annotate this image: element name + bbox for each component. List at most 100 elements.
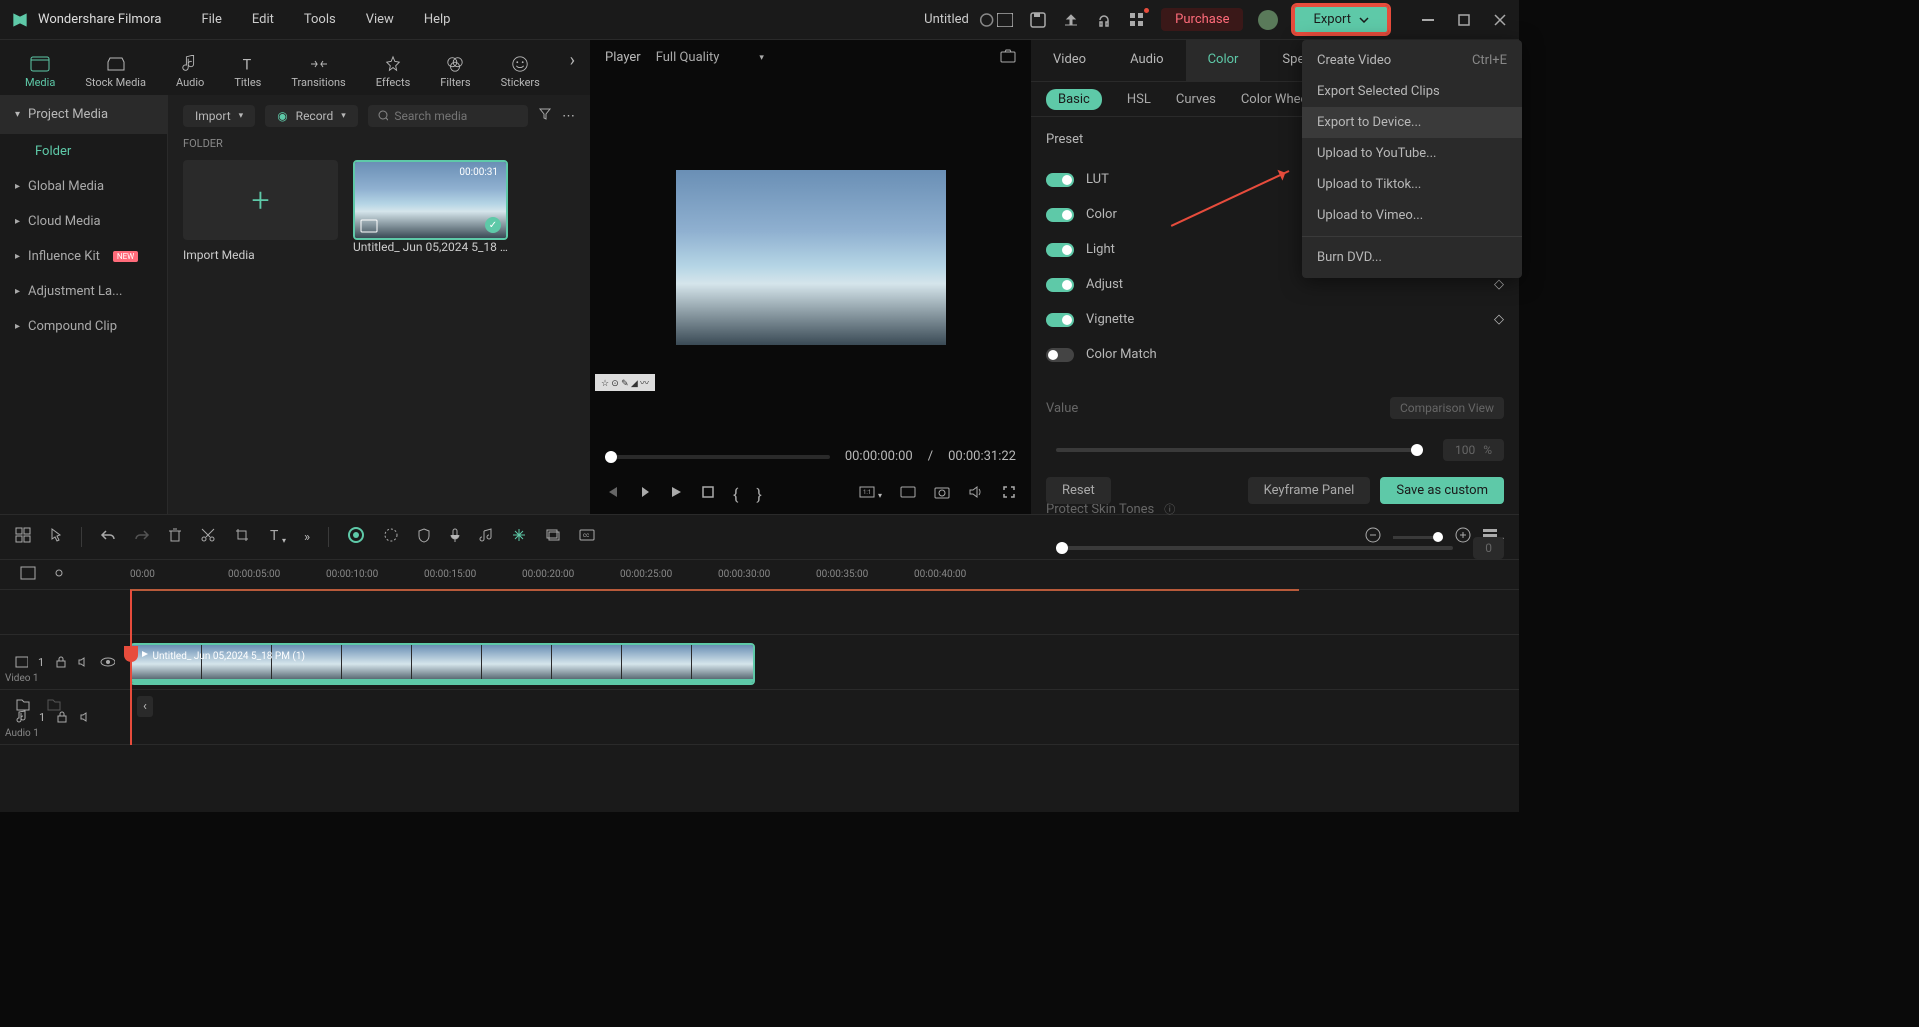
sidebar-global[interactable]: ▸Global Media: [0, 169, 167, 204]
upload-icon[interactable]: [1062, 11, 1080, 29]
export-burn-dvd[interactable]: Burn DVD...: [1302, 242, 1522, 273]
colormatch-toggle[interactable]: [1046, 348, 1074, 362]
rtab-video[interactable]: Video: [1031, 40, 1108, 81]
more-tools-icon[interactable]: »: [304, 530, 310, 545]
more-tabs-icon[interactable]: ›: [570, 50, 575, 95]
sidebar-header[interactable]: ▾Project Media: [0, 95, 167, 134]
layers-icon[interactable]: [545, 528, 561, 546]
templates-icon[interactable]: [15, 527, 31, 547]
color-tool-icon[interactable]: [347, 526, 365, 548]
protect-slider[interactable]: [1056, 546, 1453, 550]
vignette-toggle[interactable]: [1046, 313, 1074, 327]
export-tiktok[interactable]: Upload to Tiktok...: [1302, 169, 1522, 200]
track-link-icon[interactable]: [20, 566, 36, 584]
purchase-button[interactable]: Purchase: [1161, 8, 1243, 31]
play-icon[interactable]: [669, 485, 683, 503]
export-youtube[interactable]: Upload to YouTube...: [1302, 138, 1522, 169]
mark-out-icon[interactable]: }: [756, 485, 761, 504]
undo-icon[interactable]: [100, 528, 116, 546]
sidebar-adjustment[interactable]: ▸Adjustment La...: [0, 274, 167, 309]
save-custom-button[interactable]: Save as custom: [1380, 477, 1504, 504]
reset-button[interactable]: Reset: [1046, 477, 1111, 504]
tab-transitions[interactable]: Transitions: [281, 50, 355, 95]
keyframe-adjust-icon[interactable]: ◇: [1494, 277, 1504, 292]
volume-icon[interactable]: [968, 485, 984, 503]
time-slider[interactable]: [605, 455, 830, 459]
crop-icon[interactable]: [234, 527, 250, 547]
quality-dropdown[interactable]: Full Quality▾: [656, 50, 764, 65]
mark-in-icon[interactable]: {: [733, 485, 738, 504]
adjust-toggle[interactable]: [1046, 278, 1074, 292]
close-button[interactable]: [1491, 11, 1509, 29]
video-track[interactable]: 1 Video 1 Untitled_ Jun 05,2024 5_18 PM …: [0, 635, 1519, 690]
tab-filters[interactable]: Filters: [430, 50, 480, 95]
display-icon[interactable]: [900, 486, 916, 502]
split-icon[interactable]: [200, 527, 216, 547]
media-clip-card[interactable]: 00:00:31 ✓ Untitled_ Jun 05,2024 5_18 P.…: [353, 160, 508, 262]
lock-track-icon[interactable]: [54, 656, 67, 668]
playhead[interactable]: [130, 590, 132, 745]
record-dropdown[interactable]: ◉Record▾: [265, 105, 358, 127]
ratio-icon[interactable]: 1:1▾: [859, 486, 882, 502]
preview-area[interactable]: ☆ ⊙ ✎ ◢ 〰: [590, 75, 1031, 439]
tab-stock[interactable]: Stock Media: [75, 50, 156, 95]
fullscreen-icon[interactable]: [1002, 485, 1016, 503]
import-media-card[interactable]: + Import Media: [183, 160, 338, 262]
menu-edit[interactable]: Edit: [252, 12, 274, 27]
export-vimeo[interactable]: Upload to Vimeo...: [1302, 200, 1522, 231]
minimize-button[interactable]: [1419, 11, 1437, 29]
camera-icon[interactable]: [934, 485, 950, 503]
sidebar-folder[interactable]: Folder: [0, 134, 167, 169]
more-options-icon[interactable]: ⋯: [562, 109, 575, 124]
redo-icon[interactable]: [134, 528, 150, 546]
menu-help[interactable]: Help: [424, 12, 451, 27]
tab-media[interactable]: Media: [15, 50, 65, 95]
tab-titles[interactable]: TTitles: [224, 50, 271, 95]
music-tool-icon[interactable]: [479, 527, 493, 547]
search-input[interactable]: [368, 105, 528, 127]
zoom-slider[interactable]: [1393, 536, 1443, 539]
timeline-clip[interactable]: Untitled_ Jun 05,2024 5_18 PM (1): [130, 643, 755, 685]
sidebar-compound[interactable]: ▸Compound Clip: [0, 309, 167, 344]
timeline-ruler[interactable]: 00:00 00:00:05:00 00:00:10:00 00:00:15:0…: [0, 560, 1519, 590]
export-device[interactable]: Export to Device...: [1302, 107, 1522, 138]
color-toggle[interactable]: [1046, 208, 1074, 222]
sidebar-influence[interactable]: ▸Influence KitNEW: [0, 239, 167, 274]
lock-audio-icon[interactable]: [55, 711, 69, 723]
mic-icon[interactable]: [449, 527, 461, 547]
tab-effects[interactable]: Effects: [366, 50, 421, 95]
snapshot-icon[interactable]: [1000, 49, 1016, 67]
gear-tool-icon[interactable]: [383, 527, 399, 547]
stop-icon[interactable]: [701, 485, 715, 503]
subtab-curves[interactable]: Curves: [1176, 92, 1216, 107]
subtab-hsl[interactable]: HSL: [1127, 92, 1151, 107]
subtab-basic[interactable]: Basic: [1046, 89, 1102, 110]
layout-icon[interactable]: [996, 11, 1014, 29]
mute-track-icon[interactable]: [77, 656, 90, 668]
save-icon[interactable]: [1029, 11, 1047, 29]
tab-stickers[interactable]: Stickers: [491, 50, 550, 95]
menu-view[interactable]: View: [366, 12, 394, 27]
delete-icon[interactable]: [168, 527, 182, 547]
filter-icon[interactable]: [538, 107, 552, 125]
audio-track[interactable]: 1 Audio 1: [0, 690, 1519, 745]
menu-file[interactable]: File: [201, 12, 221, 27]
cursor-icon[interactable]: [49, 527, 63, 547]
comparison-view-button[interactable]: Comparison View: [1390, 397, 1504, 419]
headphones-icon[interactable]: [1095, 11, 1113, 29]
menu-tools[interactable]: Tools: [304, 12, 336, 27]
export-button[interactable]: Export: [1293, 5, 1389, 34]
export-create-video[interactable]: Create VideoCtrl+E: [1302, 45, 1522, 76]
track-link2-icon[interactable]: [52, 566, 68, 584]
rtab-color[interactable]: Color: [1186, 40, 1261, 81]
apps-icon[interactable]: [1128, 11, 1146, 29]
subtab-wheel[interactable]: Color Whee: [1241, 92, 1308, 107]
rtab-audio[interactable]: Audio: [1108, 40, 1185, 81]
preview-overlay-toolbar[interactable]: ☆ ⊙ ✎ ◢ 〰: [595, 374, 655, 391]
prev-frame-icon[interactable]: [605, 485, 619, 503]
export-selected[interactable]: Export Selected Clips: [1302, 76, 1522, 107]
sparkle-icon[interactable]: [511, 527, 527, 547]
sidebar-cloud[interactable]: ▸Cloud Media: [0, 204, 167, 239]
keyframe-vignette-icon[interactable]: ◇: [1494, 312, 1504, 327]
import-dropdown[interactable]: Import▾: [183, 105, 255, 127]
